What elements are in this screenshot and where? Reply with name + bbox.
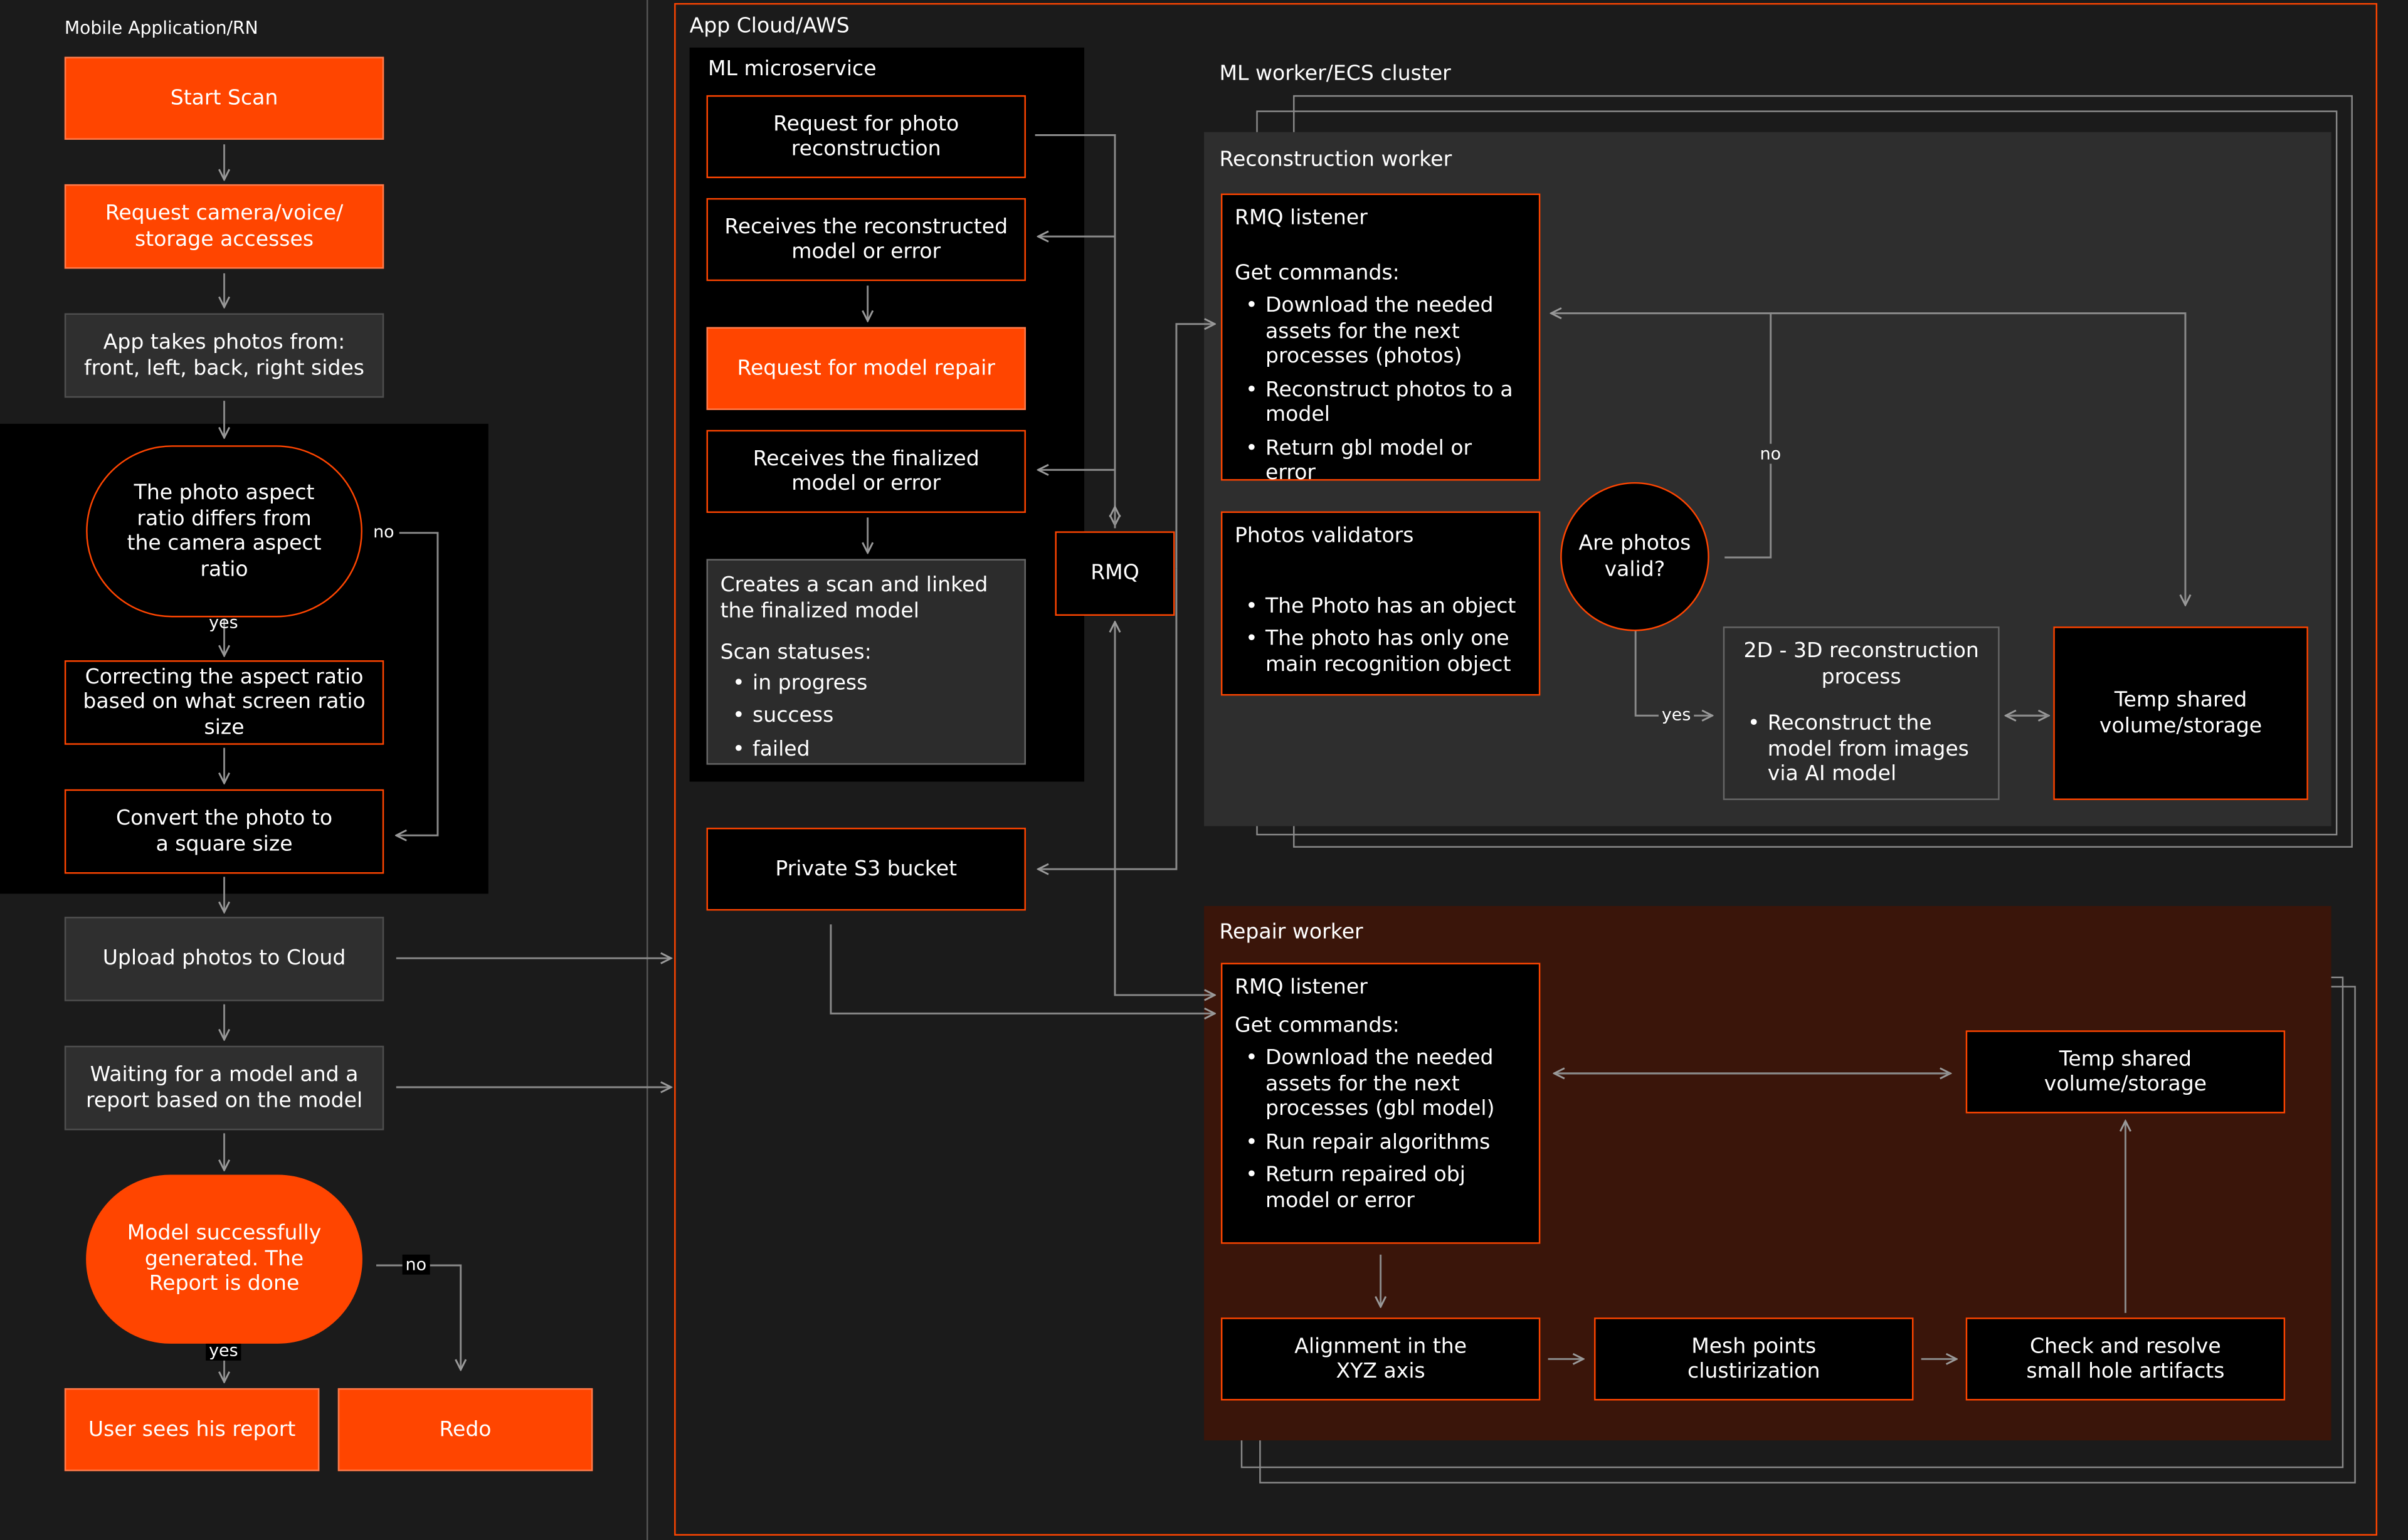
command-item: Reconstruct photos to a model <box>1245 377 1526 428</box>
photos-validators-node: Photos validators The Photo has an objec… <box>1220 511 1541 696</box>
process-item-list: Reconstruct the model from images via AI… <box>1737 711 1986 794</box>
scan-status-list: in progress success failed <box>721 670 867 769</box>
repair-temp-storage-node: Temp shared volume/storage <box>1965 1030 2286 1114</box>
mesh-clustering-node: Mesh points clustirization <box>1594 1317 1914 1401</box>
aspect-ratio-decision: The photo aspect ratio differs from the … <box>86 445 362 618</box>
creates-scan-node: Creates a scan and linked the finalized … <box>706 559 1026 765</box>
model-generated-decision: Model successfully generated. The Report… <box>86 1174 362 1344</box>
photos-valid-decision: Are photos valid? <box>1560 482 1709 631</box>
scan-status-item: failed <box>732 736 867 761</box>
receives-reconstructed-node: Receives the reconstructed model or erro… <box>706 198 1026 282</box>
user-report-node: User sees his report <box>64 1388 320 1472</box>
command-item: Download the needed assets for the next … <box>1245 1046 1526 1122</box>
command-item: Return repaired obj model or error <box>1245 1163 1526 1213</box>
command-item: Return gbl model or error <box>1245 435 1526 486</box>
reconstruction-rmq-listener: RMQ listener Get commands: Download the … <box>1220 193 1541 485</box>
correct-ratio-node: Correcting the aspect ratio based on wha… <box>64 660 384 745</box>
waiting-node: Waiting for a model and a report based o… <box>64 1045 384 1131</box>
request-repair-node: Request for model repair <box>706 327 1026 410</box>
validator-list: The Photo has an object The photo has onl… <box>1235 594 1526 685</box>
s3-bucket-node: Private S3 bucket <box>706 828 1026 911</box>
request-access-node: Request camera/voice/ storage accesses <box>64 184 384 269</box>
hole-artifacts-node: Check and resolve small hole artifacts <box>1965 1317 2286 1401</box>
upload-photos-node: Upload photos to Cloud <box>64 917 384 1001</box>
take-photos-node: App takes photos from: front, left, back… <box>64 313 384 398</box>
alignment-node: Alignment in the XYZ axis <box>1220 1317 1541 1401</box>
command-item: Run repair algorithms <box>1245 1129 1526 1154</box>
scan-statuses-heading: Scan statuses: <box>720 640 872 665</box>
command-item: Download the needed assets for the next … <box>1245 293 1526 369</box>
process-item: Reconstruct the model from images via AI… <box>1748 711 1986 787</box>
rmq-listener-title: RMQ listener <box>1234 206 1368 231</box>
scan-status-item: success <box>732 704 867 729</box>
repair-rmq-title: RMQ listener <box>1234 975 1368 1000</box>
validator-item: The Photo has an object <box>1245 594 1526 619</box>
edge-label-no: no <box>1756 443 1785 464</box>
start-scan-node: Start Scan <box>64 56 384 140</box>
convert-square-node: Convert the photo to a square size <box>64 789 384 874</box>
repair-command-list: Download the needed assets for the next … <box>1235 1046 1526 1221</box>
rmq-node: RMQ <box>1055 531 1175 616</box>
get-commands-heading: Get commands: <box>1234 260 1400 285</box>
edge-label-no: no <box>373 522 394 542</box>
validators-title: Photos validators <box>1234 524 1414 549</box>
redo-node: Redo <box>337 1388 593 1472</box>
repair-rmq-listener: RMQ listener Get commands: Download the … <box>1220 962 1541 1244</box>
scan-status-item: in progress <box>732 670 867 695</box>
edge-label-no: no <box>402 1254 430 1275</box>
reconstruction-command-list: Download the needed assets for the next … <box>1235 293 1526 494</box>
receives-finalized-node: Receives the finalized model or error <box>706 430 1026 513</box>
recon-temp-storage-node: Temp shared volume/storage <box>2053 626 2308 800</box>
creates-scan-text: Creates a scan and linked the finalized … <box>720 572 988 623</box>
reconstruction-process-node: 2D - 3D reconstruction process Reconstru… <box>1723 626 2000 800</box>
process-title: 2D - 3D reconstruction process <box>1743 638 1979 689</box>
edge-label-yes: yes <box>1658 705 1694 725</box>
repair-get-commands: Get commands: <box>1234 1013 1400 1038</box>
validator-item: The photo has only one main recognition … <box>1245 626 1526 677</box>
request-reconstruction-node: Request for photo reconstruction <box>706 95 1026 179</box>
diagram-canvas: Mobile Application/RN App Cloud/AWS ML m… <box>0 0 2408 1540</box>
